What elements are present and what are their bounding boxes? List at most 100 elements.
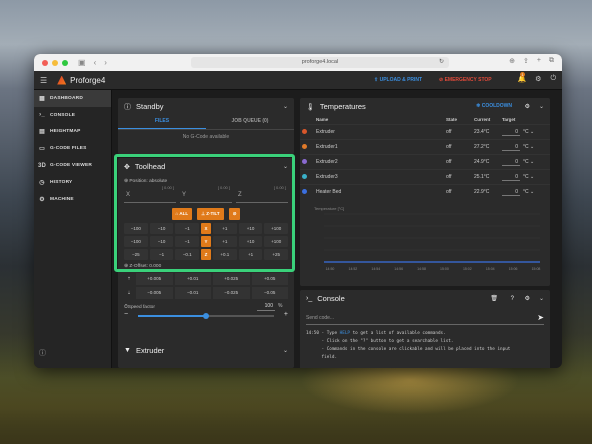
- heater-color-icon: [302, 188, 307, 194]
- z-offset-up-button[interactable]: +0.05: [251, 273, 288, 285]
- chevron-down-icon[interactable]: ⌄: [539, 295, 544, 302]
- dashboard-icon: ▦: [39, 95, 45, 102]
- plus-icon[interactable]: +: [284, 311, 288, 318]
- heater-state: off: [444, 169, 472, 185]
- heater-icon: [300, 154, 314, 170]
- close-window-button[interactable]: [42, 59, 48, 66]
- upload-print-button[interactable]: ⇧ UPLOAD & PRINT: [374, 77, 422, 83]
- extruder-icon: ▼: [124, 347, 131, 354]
- heater-target: 0 °C ⌄: [500, 124, 550, 140]
- tab-job-queue[interactable]: JOB QUEUE (0): [206, 115, 294, 129]
- help-icon[interactable]: ?: [511, 296, 514, 302]
- console-command-link[interactable]: HELP: [340, 331, 350, 336]
- heater-target: 0 °C ⌄: [500, 169, 550, 185]
- temperature-row: Extruder2 off 24.9°C 0 °C ⌄: [300, 154, 550, 170]
- trash-icon[interactable]: 🗑: [490, 295, 498, 302]
- share-icon[interactable]: ⇪: [523, 57, 529, 65]
- col-current: Current: [474, 117, 491, 122]
- settings-icon[interactable]: ⚙: [525, 295, 530, 302]
- slider-knob[interactable]: [203, 312, 209, 319]
- console-output: 14:50 - Type HELP to get a list of avail…: [300, 329, 550, 361]
- sidebar-item-g-code-files[interactable]: ▭ G-CODE FILES: [34, 140, 111, 157]
- chevron-down-icon[interactable]: ⌄: [529, 159, 534, 165]
- chart-x-tick: 15:04: [486, 267, 495, 271]
- target-input[interactable]: 0: [502, 174, 520, 181]
- temperature-chart: Temperature [°C] 14:50 14:52 14:54 14:56 14:…: [314, 206, 540, 271]
- sidebar-toggle-icon[interactable]: ▣: [78, 58, 86, 67]
- forward-icon[interactable]: ›: [104, 58, 107, 67]
- power-icon[interactable]: ⏻: [550, 75, 556, 83]
- chart-x-tick: 15:02: [463, 267, 472, 271]
- sidebar-item-machine[interactable]: ⚙ MACHINE: [34, 191, 111, 208]
- standby-card: ⓘ Standby ⌄ FILES JOB QUEUE (0) No G-Code …: [118, 98, 294, 154]
- heater-current: 25.1°C: [472, 169, 500, 185]
- sidebar-item-history[interactable]: ◷ HISTORY: [34, 174, 111, 191]
- tab-overview-icon[interactable]: ⧉: [549, 57, 554, 65]
- console-input[interactable]: Send code... ➤: [306, 311, 544, 325]
- heater-icon: [300, 169, 314, 185]
- z-offset-down-button[interactable]: −0.05: [251, 287, 288, 299]
- target-input[interactable]: 0: [502, 159, 520, 166]
- z-offset-up-button[interactable]: +0.01: [174, 273, 211, 285]
- downloads-icon[interactable]: ⊕: [509, 57, 515, 65]
- chevron-down-icon[interactable]: ⌄: [539, 103, 544, 110]
- settings-icon[interactable]: ⚙: [525, 103, 530, 110]
- sidebar-item-g-code-viewer[interactable]: 3D G-CODE VIEWER: [34, 157, 111, 174]
- z-offset-up-button[interactable]: +0.025: [213, 273, 250, 285]
- extruder-card: ▼ Extruder ⌄: [118, 342, 294, 368]
- settings-icon[interactable]: ⚙: [535, 75, 541, 83]
- new-tab-icon[interactable]: +: [537, 57, 541, 65]
- cooldown-button[interactable]: ❄ COOLDOWN: [476, 103, 512, 109]
- sidebar-item-dashboard[interactable]: ▦ DASHBOARD: [34, 90, 111, 107]
- sidebar-item-heightmap[interactable]: ▤ HEIGHTMAP: [34, 124, 111, 141]
- menu-icon[interactable]: ☰: [40, 76, 47, 85]
- temperature-row: Extruder off 23.4°C 0 °C ⌄: [300, 124, 550, 140]
- target-input[interactable]: 0: [502, 144, 520, 151]
- heater-current: 22.9°C: [472, 184, 500, 199]
- console-line: - Commands in the console are clickable …: [300, 345, 550, 353]
- heater-name: Extruder3: [314, 169, 444, 185]
- z-offset-down-button[interactable]: −0.01: [174, 287, 211, 299]
- z-up-icon: ⇡: [127, 276, 131, 281]
- chevron-down-icon[interactable]: ⌄: [529, 174, 534, 180]
- history-icon: ◷: [39, 179, 45, 186]
- heater-state: off: [444, 124, 472, 140]
- reload-icon[interactable]: ↻: [439, 57, 444, 68]
- chevron-down-icon[interactable]: ⌄: [529, 129, 534, 135]
- chevron-down-icon[interactable]: ⌄: [283, 103, 288, 110]
- sidebar-item-label: HEIGHTMAP: [50, 129, 81, 135]
- console-line: 14:50 - Type HELP to get a list of avail…: [300, 329, 550, 337]
- send-icon[interactable]: ➤: [537, 311, 544, 325]
- tab-files[interactable]: FILES: [118, 115, 206, 129]
- back-icon[interactable]: ‹: [94, 58, 97, 67]
- minimize-window-button[interactable]: [52, 59, 58, 66]
- proforge-logo: [57, 75, 67, 85]
- chart-axis-label: Temperature [°C]: [314, 206, 344, 211]
- temperature-row: Heater Bed off 22.9°C 0 °C ⌄: [300, 184, 550, 199]
- speed-slider[interactable]: − +: [124, 310, 288, 322]
- upload-print-label: UPLOAD & PRINT: [379, 77, 423, 83]
- heater-icon: [300, 124, 314, 140]
- slider-fill: [138, 315, 206, 317]
- z-offset-up-button[interactable]: +0.005: [136, 273, 173, 285]
- temperatures-title: Temperatures: [319, 102, 366, 111]
- address-bar[interactable]: proforge4.local ↻: [191, 57, 449, 68]
- z-offset-down-button[interactable]: −0.005: [136, 287, 173, 299]
- heater-state: off: [444, 139, 472, 155]
- z-offset-down-button[interactable]: −0.025: [213, 287, 250, 299]
- target-input[interactable]: 0: [502, 189, 520, 196]
- speed-factor: ⏱ Speed factor 100 %: [118, 299, 294, 311]
- target-input[interactable]: 0: [502, 129, 520, 136]
- emergency-stop-button[interactable]: ⊘ EMERGENCY STOP: [439, 77, 492, 83]
- chart-x-tick: 14:56: [394, 267, 403, 271]
- help-icon[interactable]: ⓘ: [39, 348, 46, 358]
- notifications-icon[interactable]: 🔔 1: [517, 72, 526, 83]
- sidebar-item-console[interactable]: ›_ CONSOLE: [34, 107, 111, 124]
- chevron-down-icon[interactable]: ⌄: [529, 144, 534, 150]
- chevron-down-icon[interactable]: ⌄: [283, 347, 288, 354]
- maximize-window-button[interactable]: [62, 59, 68, 66]
- minus-icon[interactable]: −: [124, 311, 128, 318]
- chevron-down-icon[interactable]: ⌄: [529, 189, 534, 195]
- temperatures-card: 🌡 Temperatures ❄ COOLDOWN ⚙ ⌄ Name State …: [300, 98, 550, 286]
- console-icon: ›_: [306, 295, 313, 302]
